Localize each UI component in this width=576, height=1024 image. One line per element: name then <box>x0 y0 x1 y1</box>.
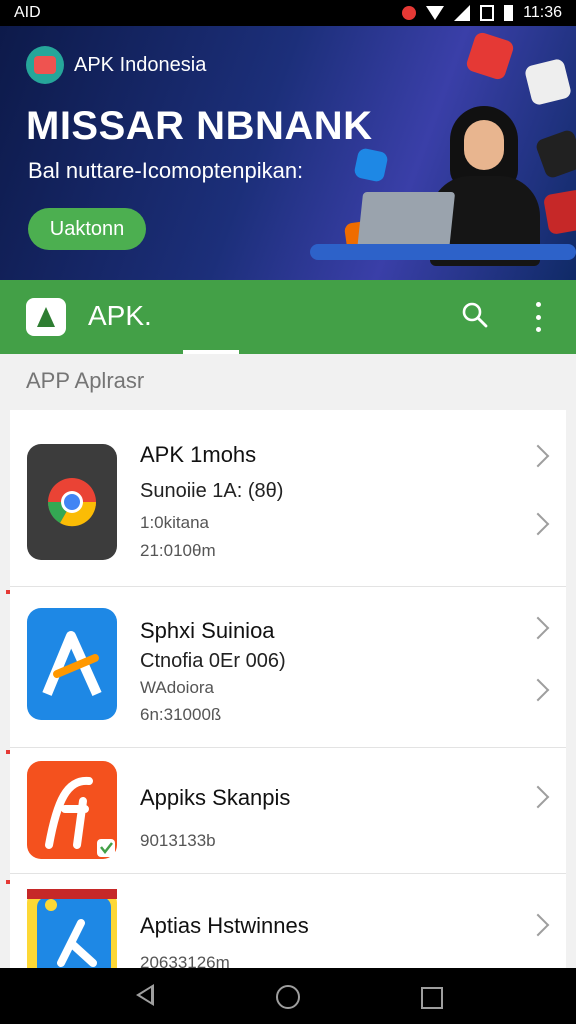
floating-app-icon <box>353 147 389 183</box>
status-left-text: AID <box>14 4 41 21</box>
blue-app-icon <box>27 608 117 720</box>
status-time: 11:36 <box>523 4 562 21</box>
wifi-icon <box>426 6 445 20</box>
orange-app-icon <box>27 761 117 859</box>
section-title: APP Aplrasr <box>26 368 145 393</box>
person-face <box>464 120 504 170</box>
app-name: Appiks Skanpis <box>140 785 291 810</box>
list-item[interactable]: Aptias Hstwinnes 20633126m <box>10 873 566 968</box>
chevron-right-icon[interactable] <box>526 444 550 468</box>
banner-cta-button[interactable]: Uaktonn <box>28 208 146 250</box>
app-detail: Ctnofia 0Er 006) <box>140 650 286 672</box>
status-bar: AID 11:36 <box>0 0 576 26</box>
app-info: 21:010θm <box>140 541 216 560</box>
app-name: APK 1mohs <box>140 442 257 467</box>
promo-banner[interactable]: APK Indonesia MISSAR NBNANK Bal nuttare-… <box>0 26 576 280</box>
floating-app-icon <box>542 188 576 236</box>
chevron-right-icon[interactable] <box>526 913 550 937</box>
floating-app-icon <box>534 128 576 180</box>
battery-icon <box>504 5 514 21</box>
nfc-icon <box>480 5 495 21</box>
edge-marker <box>6 590 10 594</box>
floating-app-icon <box>523 57 573 107</box>
blue-yellow-app-icon <box>27 889 117 968</box>
app-detail: Sunoiie 1A: (8θ) <box>140 480 284 502</box>
app-info: 1:0kitana <box>140 513 209 532</box>
banner-subtitle: Bal nuttare-Icomoptenpikan: <box>28 158 304 183</box>
list-item[interactable]: Sphxi Suinioa Ctnofia 0Er 006) WAdoiora … <box>10 586 566 748</box>
laptop-icon <box>356 192 456 252</box>
chrome-app-icon <box>27 444 117 560</box>
location-icon <box>402 6 417 20</box>
floating-app-icon <box>464 30 516 82</box>
chevron-right-icon[interactable] <box>526 616 550 640</box>
app-info: WAdoiora <box>140 678 215 697</box>
app-info: 6n:31000ß <box>140 705 222 724</box>
app-list: APK 1mohs Sunoiie 1A: (8θ) 1:0kitana 21:… <box>10 410 566 968</box>
chevron-right-icon[interactable] <box>526 678 550 702</box>
edge-marker <box>6 750 10 754</box>
banner-headline: MISSAR NBNANK <box>26 104 373 148</box>
list-item[interactable]: Appiks Skanpis 9013133b <box>10 747 566 874</box>
status-icons: 11:36 <box>402 4 562 22</box>
list-item[interactable]: APK 1mohs Sunoiie 1A: (8θ) 1:0kitana 21:… <box>10 410 566 587</box>
search-icon[interactable] <box>462 302 488 328</box>
signal-icon <box>454 5 471 21</box>
desk <box>310 244 576 260</box>
home-icon[interactable] <box>276 985 300 1009</box>
edge-marker <box>6 880 10 884</box>
more-options-icon[interactable] <box>528 302 548 332</box>
recents-icon[interactable] <box>421 987 443 1009</box>
app-info: 20633126m <box>140 953 230 968</box>
chevron-right-icon[interactable] <box>526 785 550 809</box>
tab-indicator <box>183 350 239 354</box>
back-icon[interactable] <box>136 984 154 1006</box>
brand-logo-icon <box>26 46 64 84</box>
app-bar-title: APK. <box>88 300 152 331</box>
system-nav-bar <box>0 968 576 1024</box>
app-bar: APK. <box>0 280 576 354</box>
app-name: Sphxi Suinioa <box>140 618 275 643</box>
chevron-right-icon[interactable] <box>526 512 550 536</box>
app-name: Aptias Hstwinnes <box>140 913 309 938</box>
brand-name: APK Indonesia <box>74 53 207 76</box>
banner-brand: APK Indonesia <box>26 46 206 84</box>
app-info: 9013133b <box>140 831 216 850</box>
apk-logo-icon <box>26 298 66 336</box>
